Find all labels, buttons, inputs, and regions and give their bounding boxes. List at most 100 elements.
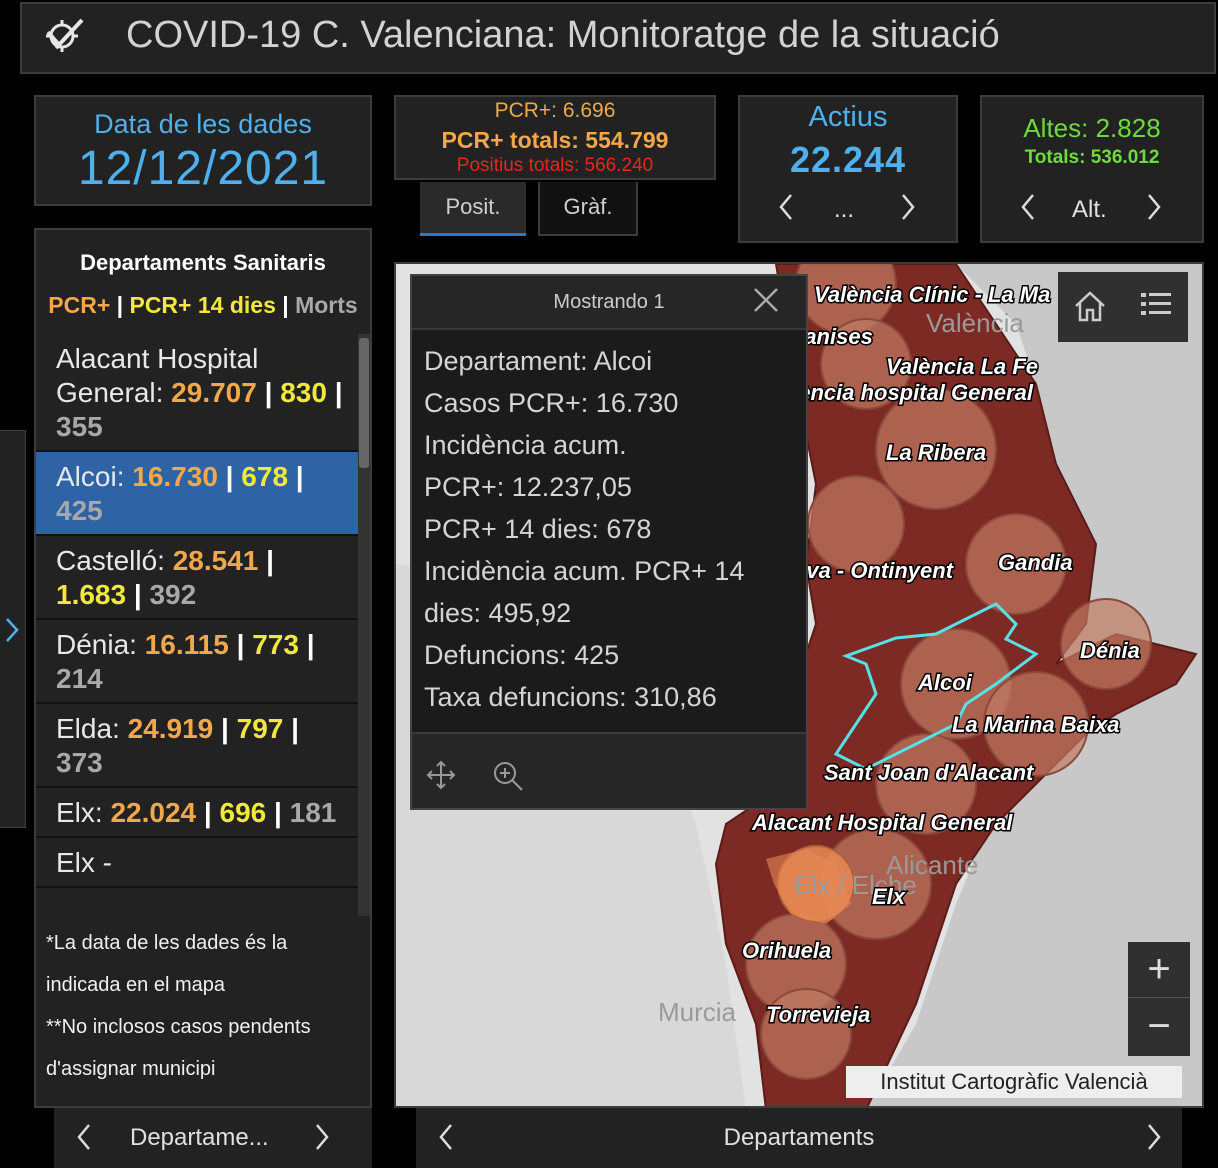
- map-label-denia: Dénia: [1080, 638, 1140, 663]
- chevron-right-icon[interactable]: [1146, 192, 1162, 229]
- chevron-right-icon: [6, 618, 19, 642]
- department-pcr14: 773: [252, 629, 299, 660]
- actius-pager-label: ...: [834, 196, 855, 223]
- separator: |: [217, 461, 242, 492]
- department-pcr: 22.024: [110, 797, 197, 828]
- pcr-totals: PCR+ totals: 554.799: [441, 127, 669, 153]
- popup-field: Incidència acum.: [424, 430, 627, 460]
- tab-graf[interactable]: Gràf.: [538, 182, 638, 236]
- department-name: Elda:: [56, 713, 128, 744]
- date-value: 12/12/2021: [77, 142, 329, 195]
- popup-title: Mostrando 1: [553, 291, 665, 313]
- side-panel-toggle[interactable]: [0, 430, 26, 828]
- scrollbar-thumb[interactable]: [359, 338, 369, 468]
- separator: |: [258, 545, 274, 576]
- department-deaths: 214: [56, 663, 103, 694]
- move-icon[interactable]: [426, 760, 456, 795]
- separator: |: [288, 461, 304, 492]
- popup-field: dies: 495,92: [424, 598, 572, 628]
- chevron-left-icon[interactable]: [76, 1122, 92, 1159]
- popup-field: Departament: Alcoi: [424, 346, 653, 376]
- list-item[interactable]: Elx -: [36, 838, 358, 888]
- app-title: COVID-19 C. Valenciana: Monitoratge de l…: [126, 14, 1000, 56]
- date-label: Data de les dades: [94, 109, 312, 139]
- pcr-panel: PCR+: 6.696 PCR+ totals: 554.799 Positiu…: [394, 95, 716, 180]
- altes-totals: Totals: 536.012: [1024, 147, 1160, 168]
- city-valencia: València: [926, 308, 1024, 338]
- zoom-out-button[interactable]: −: [1128, 999, 1190, 1055]
- actius-label: Actius: [808, 101, 888, 133]
- map-label-valencia-fe: València La Fe: [886, 354, 1038, 379]
- separator: |: [326, 377, 343, 408]
- department-deaths: 373: [56, 747, 103, 778]
- department-pcr: 16.730: [132, 461, 218, 492]
- department-deaths: 181: [289, 797, 337, 828]
- separator: |: [213, 713, 237, 744]
- footnote-date: *La data de les dades és la indicada en …: [46, 932, 288, 996]
- department-deaths: 355: [56, 411, 103, 442]
- popup-field: Casos PCR+: 16.730: [424, 388, 679, 418]
- close-icon[interactable]: [752, 284, 780, 323]
- separator: |: [196, 797, 220, 828]
- zoom-controls: + −: [1128, 942, 1190, 1056]
- separator: |: [283, 713, 299, 744]
- zoom-to-icon[interactable]: [492, 760, 524, 797]
- department-pcr14: 830: [280, 377, 327, 408]
- department-name: Dénia:: [56, 629, 145, 660]
- department-deaths: 392: [149, 579, 197, 610]
- map-label-alacant-general: Alacant Hospital General: [751, 810, 1013, 835]
- department-name: Alcoi:: [56, 461, 133, 492]
- chevron-left-icon[interactable]: [778, 192, 794, 229]
- list-item[interactable]: Dénia: 16.115 | 773 | 214: [36, 620, 358, 704]
- popup-field: Taxa defuncions: 310,86: [424, 682, 717, 712]
- legend-sep: |: [275, 292, 296, 318]
- legend-deaths: Morts: [295, 292, 358, 318]
- legend-pcr14: PCR+ 14 dies: [129, 292, 276, 318]
- department-name: Elx -: [56, 847, 112, 878]
- department-pcr14: 797: [236, 713, 284, 744]
- chevron-right-icon[interactable]: [1146, 1122, 1162, 1159]
- list-item[interactable]: Alcoi: 16.730 | 678 | 425: [36, 452, 358, 536]
- list-item[interactable]: Alacant Hospital General: 29.707 | 830 |…: [36, 334, 358, 452]
- footnotes: *La data de les dades és la indicada en …: [46, 922, 364, 1090]
- department-pcr14: 1.683: [56, 579, 127, 610]
- layer-list-icon[interactable]: [1138, 288, 1174, 329]
- chevron-left-icon[interactable]: [1020, 192, 1036, 229]
- department-name: Elx:: [56, 797, 111, 828]
- chevron-right-icon[interactable]: [314, 1122, 330, 1159]
- departments-list: Alacant Hospital General: 29.707 | 830 |…: [36, 334, 358, 888]
- map-label-alcoi: Alcoi: [917, 670, 973, 695]
- feature-popup: Mostrando 1 Departament: Alcoi Casos PCR+…: [410, 274, 808, 810]
- map-label-gandia: Gandia: [998, 550, 1073, 575]
- actius-value: 22.244: [789, 139, 907, 180]
- department-pcr: 16.115: [144, 629, 229, 660]
- zoom-in-button[interactable]: +: [1128, 942, 1190, 998]
- footnote-pending: **No inclosos casos pendents d'assignar …: [46, 1016, 311, 1080]
- departments-pager-label: Departame...: [130, 1124, 269, 1151]
- separator: |: [298, 629, 315, 660]
- legend-pcr: PCR+: [48, 292, 111, 318]
- positive-totals: Positius totals: 566.240: [456, 155, 654, 176]
- tab-posit[interactable]: Posit.: [420, 182, 526, 236]
- pcr-daily: PCR+: 6.696: [494, 99, 616, 122]
- list-item[interactable]: Elx: 22.024 | 696 | 181: [36, 788, 358, 838]
- map-label-elx: Elx: [872, 884, 906, 909]
- list-item[interactable]: Elda: 24.919 | 797 | 373: [36, 704, 358, 788]
- map-label-valencia-clinic: València Clínic - La Ma: [814, 282, 1050, 307]
- departments-panel: Departaments Sanitaris PCR+ | PCR+ 14 di…: [34, 228, 372, 1108]
- popup-field: Defuncions: 425: [424, 640, 620, 670]
- map-pager: Departaments: [416, 1108, 1182, 1168]
- map-label-marina-baixa: La Marina Baixa: [952, 712, 1120, 737]
- chevron-right-icon[interactable]: [900, 192, 916, 229]
- home-icon[interactable]: [1072, 288, 1108, 329]
- separator: |: [228, 629, 253, 660]
- legend-sep: |: [110, 292, 130, 318]
- popup-content: Departament: Alcoi Casos PCR+: 16.730 Inci…: [412, 328, 806, 734]
- list-item[interactable]: Castelló: 28.541 | 1.683 | 392: [36, 536, 358, 620]
- departments-title: Departaments Sanitaris: [80, 250, 326, 275]
- departments-legend: PCR+ | PCR+ 14 dies | Morts: [36, 292, 370, 319]
- separator: |: [256, 377, 281, 408]
- separator: |: [266, 797, 290, 828]
- map-tools: [1058, 272, 1188, 342]
- map-label-ribera: La Ribera: [886, 440, 986, 465]
